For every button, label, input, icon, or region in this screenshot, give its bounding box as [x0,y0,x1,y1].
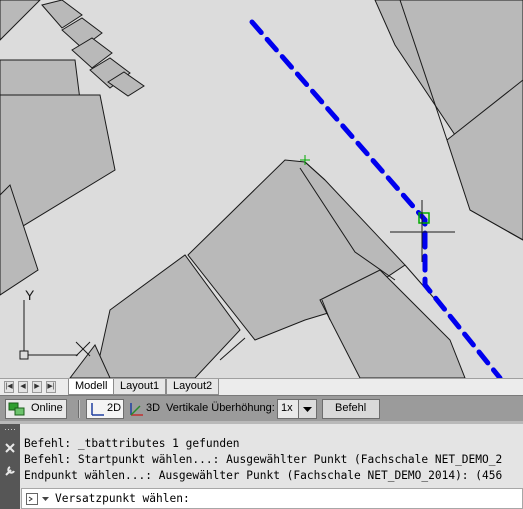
grip-handle[interactable] [4,428,16,432]
parcel-left-large [0,59,81,101]
ucs-y-label: Y [25,287,35,303]
drawing-canvas[interactable]: Y [0,0,523,378]
command-prompt-icon[interactable] [26,493,38,505]
crosshair-cursor [390,200,455,262]
history-line: Befehl: Startpunkt wählen...: Ausgewählt… [24,453,503,466]
axis-3d-icon[interactable] [128,401,145,418]
tab-layout1[interactable]: Layout1 [113,379,167,395]
tab-modell[interactable]: Modell [68,379,115,395]
status-bar: Online 2D 3D Vertikale Überhöhung: 1x Be… [0,395,523,421]
command-button-label: Befehl [335,402,367,414]
last-tab-button[interactable]: ▶| [46,381,56,393]
recent-commands-dropdown-icon[interactable] [42,497,49,502]
status-separator [78,400,80,418]
view-2d-label: 2D [107,402,122,414]
command-prompt-text: Versatzpunkt wählen: [55,492,190,505]
tab-layout2[interactable]: Layout2 [166,379,220,395]
command-input[interactable]: Versatzpunkt wählen: [21,488,523,509]
view-3d-label[interactable]: 3D [146,399,160,419]
layout-tab-bar: |◀ ◀ ▶ ▶| Modell Layout1 Layout2 [0,378,523,395]
vertical-exaggeration-label: Vertikale Überhöhung: [166,402,275,414]
online-icon [8,402,25,416]
next-tab-button[interactable]: ▶ [32,381,42,393]
parcel-top-left [0,0,41,41]
axis-2d-icon [91,403,104,416]
command-history: Befehl: _tbattributes 1 gefunden Befehl:… [24,436,523,484]
command-line-panel: Befehl: _tbattributes 1 gefunden Befehl:… [0,421,523,509]
first-tab-button[interactable]: |◀ [4,381,14,393]
close-icon[interactable] [5,443,15,453]
history-line: Befehl: _tbattributes 1 gefunden [24,437,240,450]
map-drawing[interactable]: Y [0,0,523,378]
history-line: Endpunkt wählen...: Ausgewählter Punkt (… [24,469,503,482]
command-line-gutter [0,424,20,509]
exaggeration-value: 1x [281,402,293,414]
ucs-icon [19,300,91,360]
chevron-down-icon [303,407,312,412]
wrench-icon[interactable] [4,465,16,477]
online-label: Online [31,402,63,414]
prev-tab-button[interactable]: ◀ [18,381,28,393]
